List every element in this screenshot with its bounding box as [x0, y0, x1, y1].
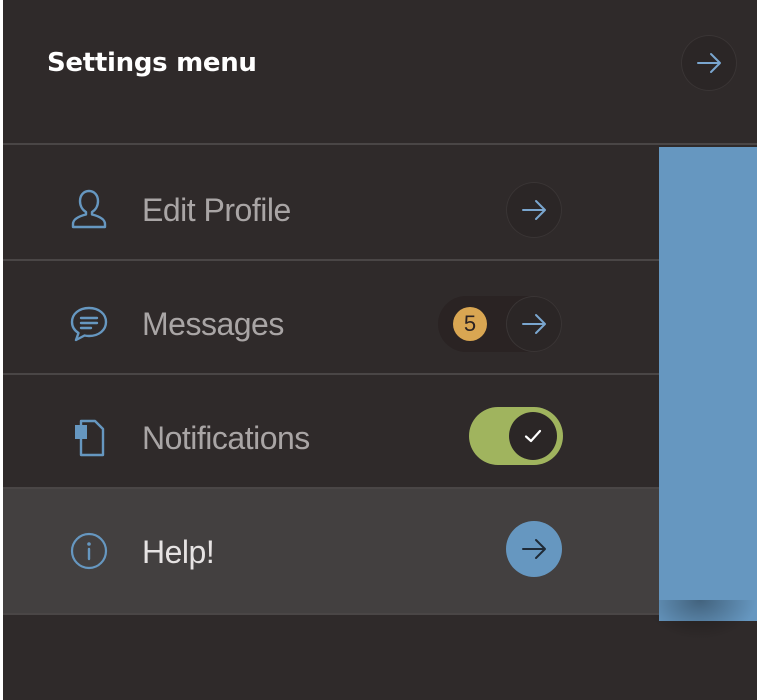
menu-item-label: Edit Profile [142, 192, 291, 228]
menu-item-messages[interactable]: Messages 5 [3, 261, 659, 375]
notifications-toggle[interactable] [469, 407, 563, 465]
messages-arrow-button[interactable] [506, 296, 562, 352]
header-arrow-button[interactable] [681, 35, 737, 91]
info-icon [70, 532, 108, 570]
menu-item-edit-profile[interactable]: Edit Profile [3, 147, 659, 261]
side-panel-accent [659, 147, 757, 621]
arrow-right-icon [522, 314, 546, 334]
settings-header: Settings menu [3, 0, 757, 145]
user-icon [71, 189, 107, 229]
document-icon [75, 419, 105, 457]
menu-item-help[interactable]: Help! [3, 489, 659, 615]
page-title: Settings menu [47, 48, 257, 78]
edit-profile-arrow-button[interactable] [506, 182, 562, 238]
arrow-right-icon [522, 539, 546, 559]
toggle-knob [509, 412, 557, 460]
menu-item-label: Help! [142, 534, 215, 570]
settings-panel: Settings menu Edit Profile Messages 5 No… [3, 0, 757, 700]
menu-item-notifications[interactable]: Notifications [3, 375, 659, 489]
help-arrow-button[interactable] [506, 521, 562, 577]
menu-item-label: Notifications [142, 420, 310, 456]
checkmark-icon [524, 429, 542, 443]
arrow-right-icon [697, 53, 721, 73]
menu-item-label: Messages [142, 306, 284, 342]
settings-menu-list: Edit Profile Messages 5 Notifications He… [3, 147, 659, 615]
arrow-right-icon [522, 200, 546, 220]
unread-count-badge: 5 [453, 307, 487, 341]
chat-bubble-icon [70, 306, 108, 342]
side-panel-shadow [643, 600, 757, 640]
